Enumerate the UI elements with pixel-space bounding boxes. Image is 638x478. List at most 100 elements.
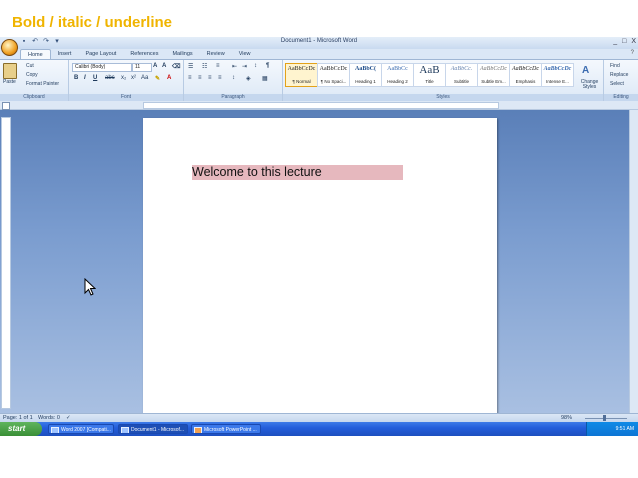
ribbon: Paste Cut Copy Format Painter Clipboard … <box>0 59 638 102</box>
select-button[interactable]: Select <box>610 81 624 87</box>
bold-icon[interactable]: B <box>74 75 78 81</box>
align-center-icon[interactable]: ≡ <box>198 75 202 81</box>
change-styles-icon[interactable]: A <box>582 65 589 76</box>
style-heading-2[interactable]: AaBbCc Heading 2 <box>381 63 414 87</box>
style-name: Heading 2 <box>387 79 408 84</box>
tab-home[interactable]: Home <box>20 49 51 59</box>
style-subtitle[interactable]: AaBbCc. Subtitle <box>445 63 478 87</box>
zoom-knob[interactable] <box>603 415 606 421</box>
document-area: Welcome to this lecture <box>0 110 630 418</box>
copy-button[interactable]: Copy <box>26 72 38 78</box>
style-normal[interactable]: AaBbCcDc ¶ Normal <box>285 63 318 87</box>
subscript-icon[interactable]: x₂ <box>121 75 126 81</box>
office-button[interactable] <box>1 39 18 56</box>
style-sample: AaBbCc. <box>450 66 473 72</box>
editing-group: Find Replace Select Editing <box>604 60 638 101</box>
taskbar: start Word 2007 [Compati... Document1 - … <box>0 422 638 436</box>
paste-button[interactable]: Paste <box>3 79 16 85</box>
replace-button[interactable]: Replace <box>610 72 628 78</box>
style-sample: AaBbCcDc <box>543 66 572 72</box>
shrink-font-icon[interactable]: A <box>162 63 166 69</box>
styles-group: AaBbCcDc ¶ Normal AaBbCcDc ¶ No Spaci...… <box>283 60 604 101</box>
change-styles-button[interactable]: Change Styles <box>576 80 603 90</box>
font-color-icon[interactable]: A <box>167 75 171 81</box>
sort-icon[interactable]: ↕ <box>254 63 257 69</box>
word-icon <box>51 427 59 433</box>
style-subtle-emphasis[interactable]: AaBbCcDc Subtle Em... <box>477 63 510 87</box>
style-sample: AaBbC( <box>354 66 376 72</box>
style-name: Subtle Em... <box>481 79 506 84</box>
start-button[interactable]: start <box>0 422 42 436</box>
document-text[interactable]: Welcome to this lecture <box>192 165 403 180</box>
tab-view[interactable]: View <box>232 49 258 59</box>
highlight-icon[interactable]: ✎ <box>155 75 160 82</box>
tab-page-layout[interactable]: Page Layout <box>78 49 123 59</box>
tab-review[interactable]: Review <box>200 49 232 59</box>
find-button[interactable]: Find <box>610 63 620 69</box>
mouse-pointer-icon <box>84 277 97 301</box>
taskbar-item[interactable]: Document1 - Microsof... <box>118 424 188 434</box>
font-name-dropdown[interactable]: Calibri (Body) <box>72 63 132 72</box>
align-left-icon[interactable]: ≡ <box>188 75 192 81</box>
ruler-toggle-icon[interactable] <box>2 102 10 110</box>
clock: 9:51 AM <box>615 426 634 432</box>
minimize-button[interactable]: _ <box>613 38 617 45</box>
zoom-level[interactable]: 98% <box>561 415 572 421</box>
word-count[interactable]: Words: 0 <box>38 415 60 421</box>
style-name: Intense E... <box>546 79 569 84</box>
borders-icon[interactable]: ▦ <box>262 75 268 82</box>
align-right-icon[interactable]: ≡ <box>208 75 212 81</box>
zoom-slider[interactable] <box>585 418 627 419</box>
superscript-icon[interactable]: x² <box>131 75 136 81</box>
document-page[interactable]: Welcome to this lecture <box>143 118 497 418</box>
style-no-spacing[interactable]: AaBbCcDc ¶ No Spaci... <box>317 63 350 87</box>
shading-icon[interactable]: ◈ <box>246 75 251 82</box>
style-sample: AaBbCc <box>387 66 408 72</box>
increase-indent-icon[interactable]: ⇥ <box>242 63 247 70</box>
word-window: ▪ ↶ ↷ ▾ Document1 - Microsoft Word _ □ X… <box>0 37 638 436</box>
taskbar-item[interactable]: Word 2007 [Compati... <box>48 424 114 434</box>
vertical-scrollbar[interactable] <box>629 110 638 414</box>
cut-button[interactable]: Cut <box>26 63 34 69</box>
proofing-icon[interactable]: ✓ <box>66 415 71 421</box>
strikethrough-icon[interactable]: abc <box>105 75 115 81</box>
maximize-button[interactable]: □ <box>622 38 626 45</box>
tab-mailings[interactable]: Mailings <box>165 49 199 59</box>
bullets-icon[interactable]: ☰ <box>188 63 193 70</box>
style-heading-1[interactable]: AaBbC( Heading 1 <box>349 63 382 87</box>
style-title[interactable]: AaB Title <box>413 63 446 87</box>
italic-icon[interactable]: I <box>84 75 86 81</box>
font-size-dropdown[interactable]: 11 <box>132 63 152 72</box>
style-intense-emphasis[interactable]: AaBbCcDc Intense E... <box>541 63 574 87</box>
show-marks-icon[interactable]: ¶ <box>266 63 269 69</box>
line-spacing-icon[interactable]: ↕ <box>232 75 235 81</box>
taskbar-item[interactable]: Microsoft PowerPoint ... <box>191 424 261 434</box>
title-bar: ▪ ↶ ↷ ▾ Document1 - Microsoft Word _ □ X <box>0 37 638 49</box>
numbering-icon[interactable]: ☷ <box>202 63 207 70</box>
clipboard-label: Clipboard <box>0 94 68 101</box>
window-title: Document1 - Microsoft Word <box>280 38 358 44</box>
style-emphasis[interactable]: AaBbCcDc Emphasis <box>509 63 542 87</box>
underline-icon[interactable]: U <box>93 75 97 81</box>
tab-references[interactable]: References <box>123 49 165 59</box>
window-controls: _ □ X <box>613 38 636 45</box>
tab-insert[interactable]: Insert <box>51 49 79 59</box>
close-button[interactable]: X <box>631 38 636 45</box>
clear-format-icon[interactable]: ⌫ <box>172 63 180 70</box>
powerpoint-icon <box>194 427 202 433</box>
editing-label: Editing <box>604 94 638 101</box>
grow-font-icon[interactable]: A <box>153 63 157 69</box>
help-icon[interactable]: ? <box>631 50 634 56</box>
system-tray: 9:51 AM <box>586 422 638 436</box>
page-count[interactable]: Page: 1 of 1 <box>3 415 33 421</box>
style-name: Emphasis <box>515 79 536 84</box>
format-painter-button[interactable]: Format Painter <box>26 81 59 87</box>
justify-icon[interactable]: ≡ <box>218 75 222 81</box>
word-icon <box>121 427 129 433</box>
horizontal-ruler[interactable] <box>0 101 638 110</box>
decrease-indent-icon[interactable]: ⇤ <box>232 63 237 70</box>
change-case-icon[interactable]: Aa <box>141 75 148 81</box>
paste-icon[interactable] <box>3 63 17 79</box>
multilevel-list-icon[interactable]: ≡ <box>216 63 220 69</box>
taskbar-item-label: Document1 - Microsof... <box>131 427 185 433</box>
